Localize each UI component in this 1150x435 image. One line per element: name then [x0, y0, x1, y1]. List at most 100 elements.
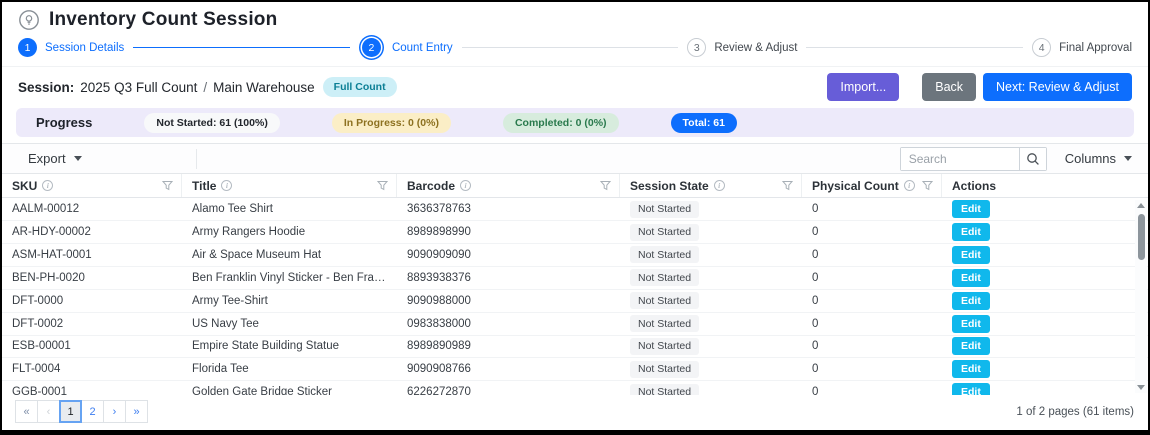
table-row: ASM-HAT-0001 Air & Space Museum Hat 9090…: [2, 244, 1148, 267]
cell-barcode: 8989898990: [397, 226, 620, 238]
page-button-‹: ‹: [37, 400, 60, 423]
next-review-adjust-button[interactable]: Next: Review & Adjust: [983, 73, 1132, 101]
toolbar-divider: [196, 149, 197, 169]
search-group: [900, 147, 1047, 171]
session-label: Session:: [18, 80, 74, 95]
state-badge: Not Started: [630, 338, 699, 355]
edit-button[interactable]: Edit: [952, 337, 990, 355]
edit-button[interactable]: Edit: [952, 315, 990, 333]
edit-button[interactable]: Edit: [952, 223, 990, 241]
progress-badge: Total: 61: [671, 113, 737, 133]
page-title: Inventory Count Session: [49, 9, 277, 31]
session-bar: Session: 2025 Q3 Full Count / Main Wareh…: [2, 67, 1148, 106]
cell-title: Ben Franklin Vinyl Sticker - Ben Frankli…: [182, 272, 397, 284]
cell-session-state: Not Started: [620, 361, 802, 378]
table-row: GGB-0001 Golden Gate Bridge Sticker 6226…: [2, 381, 1148, 395]
table-row: BEN-PH-0020 Ben Franklin Vinyl Sticker -…: [2, 267, 1148, 290]
column-header-label: Physical Count: [812, 179, 899, 193]
full-count-badge: Full Count: [323, 77, 397, 97]
scrollbar-thumb[interactable]: [1138, 214, 1145, 260]
filter-funnel-icon[interactable]: [377, 180, 388, 191]
page-button-2[interactable]: 2: [81, 400, 104, 423]
filter-funnel-icon[interactable]: [782, 180, 793, 191]
stepper-step[interactable]: 1 Session Details: [18, 38, 124, 57]
column-header[interactable]: Session State i: [620, 174, 802, 197]
step-number-badge: 4: [1032, 38, 1051, 57]
cell-count: 0: [802, 318, 942, 330]
import-button[interactable]: Import...: [827, 73, 899, 101]
table-row: DFT-0000 Army Tee-Shirt 9090988000 Not S…: [2, 290, 1148, 313]
page-button-»[interactable]: »: [125, 400, 148, 423]
cell-title: US Navy Tee: [182, 318, 397, 330]
stepper-step[interactable]: 3 Review & Adjust: [687, 38, 797, 57]
column-header[interactable]: SKU i: [2, 174, 182, 197]
export-button[interactable]: Export: [16, 146, 94, 171]
filter-funnel-icon[interactable]: [922, 180, 933, 191]
app-window: Inventory Count Session 1 Session Detail…: [0, 0, 1150, 435]
column-header[interactable]: Title i: [182, 174, 397, 197]
edit-button[interactable]: Edit: [952, 383, 990, 395]
filter-funnel-icon[interactable]: [600, 180, 611, 191]
progress-badge: In Progress: 0 (0%): [332, 113, 451, 133]
filter-funnel-icon[interactable]: [162, 180, 173, 191]
stepper-step[interactable]: 2 Count Entry: [359, 35, 453, 60]
session-name: 2025 Q3 Full Count: [80, 80, 197, 95]
back-button[interactable]: Back: [922, 73, 976, 101]
edit-button[interactable]: Edit: [952, 292, 990, 310]
grid-footer: «‹12›» 1 of 2 pages (61 items): [2, 395, 1148, 430]
edit-button[interactable]: Edit: [952, 360, 990, 378]
cell-count: 0: [802, 295, 942, 307]
progress-badge: Completed: 0 (0%): [503, 113, 619, 133]
cell-sku: AALM-00012: [2, 203, 182, 215]
cell-sku: ASM-HAT-0001: [2, 249, 182, 261]
column-header[interactable]: Actions: [942, 174, 1135, 197]
cell-count: 0: [802, 363, 942, 375]
columns-button[interactable]: Columns: [1059, 147, 1138, 170]
edit-button[interactable]: Edit: [952, 246, 990, 264]
pagination: «‹12›»: [16, 400, 148, 423]
cell-session-state: Not Started: [620, 315, 802, 332]
column-header[interactable]: Barcode i: [397, 174, 620, 197]
toolbar-right: Columns: [900, 147, 1138, 171]
edit-button[interactable]: Edit: [952, 269, 990, 287]
cell-title: Army Tee-Shirt: [182, 295, 397, 307]
info-icon: i: [904, 180, 915, 191]
stepper-connector: [806, 47, 1023, 48]
edit-button[interactable]: Edit: [952, 200, 990, 218]
state-badge: Not Started: [630, 292, 699, 309]
cell-title: Golden Gate Bridge Sticker: [182, 386, 397, 395]
session-warehouse: Main Warehouse: [213, 80, 315, 95]
page-button-1[interactable]: 1: [59, 400, 82, 423]
page-button-«[interactable]: «: [15, 400, 38, 423]
scroll-down-arrow-icon[interactable]: [1137, 385, 1145, 390]
table-row: AR-HDY-00002 Army Rangers Hoodie 8989898…: [2, 221, 1148, 244]
table-row: FLT-0004 Florida Tee 9090908766 Not Star…: [2, 358, 1148, 381]
search-icon: [1026, 152, 1040, 166]
state-badge: Not Started: [630, 361, 699, 378]
vertical-scrollbar[interactable]: [1135, 200, 1147, 393]
search-button[interactable]: [1019, 148, 1046, 170]
columns-label: Columns: [1065, 151, 1116, 166]
stepper-step[interactable]: 4 Final Approval: [1032, 38, 1132, 57]
step-label: Review & Adjust: [714, 42, 797, 54]
search-input[interactable]: [901, 148, 1019, 170]
page-button-›[interactable]: ›: [103, 400, 126, 423]
cell-sku: GGB-0001: [2, 386, 182, 395]
cell-count: 0: [802, 226, 942, 238]
cell-sku: DFT-0002: [2, 318, 182, 330]
stepper-connector: [462, 47, 679, 48]
page-header: Inventory Count Session: [2, 2, 1148, 33]
step-label: Count Entry: [392, 42, 453, 54]
column-header[interactable]: Physical Count i: [802, 174, 942, 197]
table-row: ESB-00001 Empire State Building Statue 8…: [2, 336, 1148, 359]
chevron-down-icon: [74, 156, 82, 161]
cell-actions: Edit: [942, 337, 1135, 355]
cell-sku: FLT-0004: [2, 363, 182, 375]
cell-count: 0: [802, 386, 942, 395]
cell-barcode: 8989890989: [397, 340, 620, 352]
cell-barcode: 0983838000: [397, 318, 620, 330]
info-icon: i: [714, 180, 725, 191]
cell-actions: Edit: [942, 292, 1135, 310]
cell-session-state: Not Started: [620, 338, 802, 355]
scroll-up-arrow-icon[interactable]: [1137, 203, 1145, 208]
